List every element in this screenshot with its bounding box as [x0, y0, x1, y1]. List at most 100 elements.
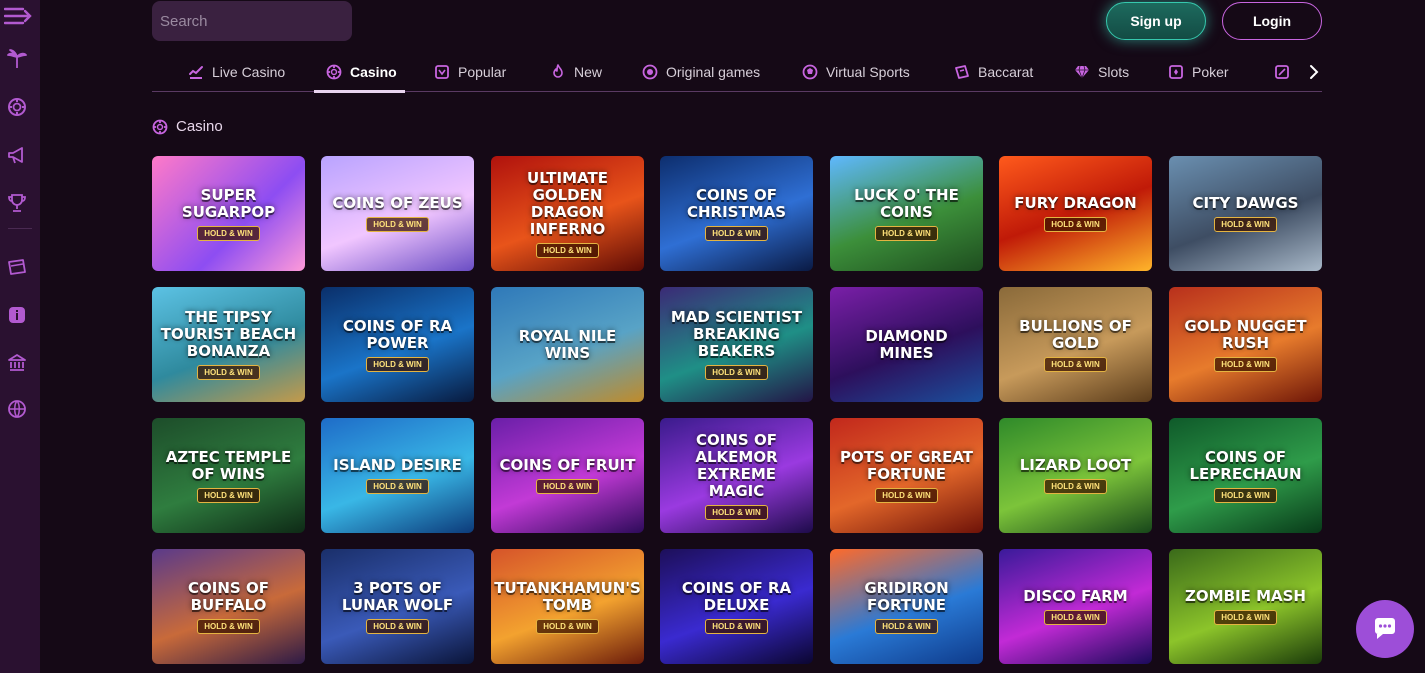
tab-label: Virtual Sports: [826, 64, 910, 80]
sidebar: [0, 0, 40, 673]
more-category-icon: [1275, 65, 1289, 79]
bank-icon[interactable]: [5, 351, 29, 375]
tab-label: Live Casino: [212, 64, 286, 80]
hold-and-win-badge: HOLD & WIN: [705, 365, 768, 380]
chat-bubble-icon: [1375, 618, 1395, 639]
game-title: Lizard Loot: [1019, 456, 1132, 474]
tab-casino[interactable]: Casino: [326, 52, 397, 92]
game-title: Gold Nugget Rush: [1184, 316, 1307, 352]
login-button[interactable]: Login: [1222, 2, 1322, 40]
poker-icon: [1169, 65, 1183, 79]
hold-and-win-badge: HOLD & WIN: [536, 618, 599, 634]
ticket-icon[interactable]: [5, 255, 29, 279]
tab-label: Baccarat: [978, 64, 1034, 80]
casino-chip-icon[interactable]: [5, 95, 29, 119]
tab-more[interactable]: [1274, 52, 1290, 92]
globe-icon[interactable]: [5, 397, 29, 421]
tab-popular[interactable]: Popular: [434, 52, 506, 92]
game-tile[interactable]: Royal Nile Wins: [491, 287, 644, 402]
hold-and-win-badge: HOLD & WIN: [705, 225, 768, 241]
game-tile[interactable]: Fury Dragon HOLD & WIN: [999, 156, 1152, 271]
menu-toggle-icon[interactable]: [4, 4, 32, 28]
game-title: Gridiron Fortune: [864, 578, 949, 614]
chevron-right-icon[interactable]: [1306, 62, 1322, 82]
game-title: Mad Scientist Breaking Beakers: [670, 308, 803, 360]
tab-original-games[interactable]: Original games: [642, 52, 760, 92]
game-tile[interactable]: Tutankhamun's Tomb HOLD & WIN: [491, 549, 644, 664]
game-tile[interactable]: The Tipsy Tourist Beach Bonanza HOLD & WI…: [152, 287, 305, 402]
game-title: Super SugarPop: [181, 185, 276, 221]
game-title: Pots of Great Fortune: [839, 447, 973, 483]
game-tile[interactable]: Coins of Buffalo HOLD & WIN: [152, 549, 305, 664]
megaphone-icon[interactable]: [5, 143, 29, 167]
game-tile[interactable]: Mad Scientist Breaking Beakers HOLD & WIN: [660, 287, 813, 402]
palm-tree-icon[interactable]: [5, 47, 29, 71]
game-tile[interactable]: Bullions of Gold HOLD & WIN: [999, 287, 1152, 402]
game-tile[interactable]: Coins of Zeus HOLD & WIN: [321, 156, 474, 271]
tab-virtual-sports[interactable]: Virtual Sports: [802, 52, 910, 92]
tab-poker[interactable]: Poker: [1168, 52, 1229, 92]
flame-icon: [553, 64, 563, 78]
game-title: Disco Farm: [1023, 587, 1128, 605]
hold-and-win-badge: HOLD & WIN: [366, 479, 429, 494]
tab-label: Casino: [350, 64, 397, 80]
section-header: Casino: [152, 118, 223, 135]
game-tile[interactable]: Coins of Christmas HOLD & WIN: [660, 156, 813, 271]
section-title: Casino: [176, 118, 223, 135]
game-tile[interactable]: Ultimate Golden Dragon Inferno HOLD & WIN: [491, 156, 644, 271]
game-title: Tutankhamun's Tomb: [494, 578, 641, 614]
game-tile[interactable]: Disco Farm HOLD & WIN: [999, 549, 1152, 664]
tab-label: Slots: [1098, 64, 1130, 80]
hold-and-win-badge: HOLD & WIN: [875, 225, 938, 241]
game-tile[interactable]: Island Desire HOLD & WIN: [321, 418, 474, 533]
tab-baccarat[interactable]: Baccarat: [954, 52, 1033, 92]
hold-and-win-badge: HOLD & WIN: [1214, 356, 1277, 372]
live-chat-button[interactable]: [1356, 600, 1414, 658]
game-tile[interactable]: Gridiron Fortune HOLD & WIN: [830, 549, 983, 664]
hold-and-win-badge: HOLD & WIN: [197, 487, 260, 503]
game-title: Luck o' the Coins: [854, 185, 959, 221]
tab-new[interactable]: New: [550, 52, 602, 92]
game-tile[interactable]: Coins of Alkemor Extreme Magic HOLD & WIN: [660, 418, 813, 533]
game-title: Fury Dragon: [1014, 194, 1137, 212]
game-title: Coins of Buffalo: [188, 578, 269, 614]
game-title: Coins of Ra Deluxe: [681, 578, 792, 614]
tab-slots[interactable]: Slots: [1074, 52, 1129, 92]
game-tile[interactable]: Luck o' the Coins HOLD & WIN: [830, 156, 983, 271]
hold-and-win-badge: HOLD & WIN: [1214, 487, 1277, 503]
hold-and-win-badge: HOLD & WIN: [197, 225, 260, 241]
game-title: Royal Nile Wins: [518, 326, 617, 362]
game-tile[interactable]: Gold Nugget Rush HOLD & WIN: [1169, 287, 1322, 402]
game-tile[interactable]: Super SugarPop HOLD & WIN: [152, 156, 305, 271]
game-tile[interactable]: City Dawgs HOLD & WIN: [1169, 156, 1322, 271]
game-title: Coins of Leprechaun: [1189, 447, 1302, 483]
info-icon[interactable]: [5, 303, 29, 327]
search-input[interactable]: [160, 12, 359, 30]
tab-label: Popular: [458, 64, 507, 80]
search-bar: [152, 1, 359, 41]
game-tile[interactable]: Coins of Ra Power HOLD & WIN: [321, 287, 474, 402]
trophy-icon[interactable]: [5, 191, 29, 215]
game-tile[interactable]: 3 Pots of Lunar Wolf HOLD & WIN: [321, 549, 474, 664]
game-title: Coins of Ra Power: [342, 316, 453, 352]
game-tile[interactable]: Zombie Mash HOLD & WIN: [1169, 549, 1322, 664]
game-tile[interactable]: Aztec Temple of Wins HOLD & WIN: [152, 418, 305, 533]
game-tile[interactable]: Coins of Ra Deluxe HOLD & WIN: [660, 549, 813, 664]
game-tile[interactable]: Diamond Mines: [830, 287, 983, 402]
hold-and-win-badge: HOLD & WIN: [366, 217, 429, 232]
diamond-icon: [1075, 65, 1089, 79]
active-tab-indicator: [314, 90, 405, 93]
game-title: Ultimate Golden Dragon Inferno: [527, 168, 608, 238]
live-casino-icon: [189, 66, 203, 79]
casino-chip-icon: [326, 64, 342, 80]
signup-button[interactable]: Sign up: [1106, 2, 1206, 40]
game-tile[interactable]: Coins of Fruit HOLD & WIN: [491, 418, 644, 533]
game-tile[interactable]: Coins of Leprechaun HOLD & WIN: [1169, 418, 1322, 533]
tab-label: Original games: [666, 64, 761, 80]
tab-live-casino[interactable]: Live Casino: [188, 52, 285, 92]
game-tile[interactable]: Lizard Loot HOLD & WIN: [999, 418, 1152, 533]
hold-and-win-badge: HOLD & WIN: [366, 356, 429, 372]
game-tile[interactable]: Pots of Great Fortune HOLD & WIN: [830, 418, 983, 533]
game-title: Bullions of Gold: [1019, 316, 1132, 352]
original-games-icon: [642, 64, 658, 80]
